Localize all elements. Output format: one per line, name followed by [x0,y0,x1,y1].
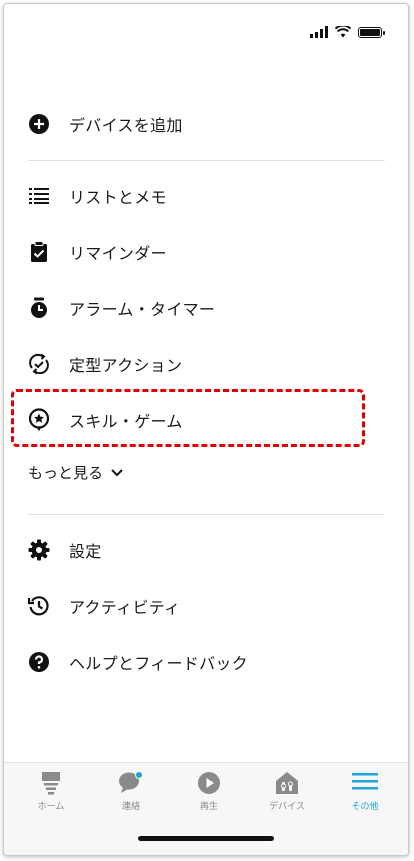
menu-item-reminders[interactable]: リマインダー [4,232,408,272]
see-more-label: もっと見る [28,464,104,482]
menu-item-settings[interactable]: 設定 [4,530,408,570]
menu-item-lists[interactable]: リストとメモ [4,176,408,216]
divider [28,514,385,515]
clipboard-check-icon [28,241,50,263]
tab-label: その他 [351,802,379,812]
tab-communicate[interactable]: 連絡 [96,771,166,812]
menu-item-routines[interactable]: 定型アクション [4,344,408,384]
highlight-box [11,389,365,447]
routine-check-icon [28,353,50,375]
menu-item-label: アクティビティ [69,598,181,617]
menu-item-alarms-timers[interactable]: アラーム・タイマー [4,288,408,328]
status-bar [310,26,385,38]
tab-label: デバイス [269,802,305,812]
tab-label: 連絡 [121,802,140,812]
menu-item-label: デバイスを追加 [69,116,183,135]
tab-devices[interactable]: デバイス [252,771,322,812]
battery-icon [358,26,385,38]
home-icon [42,772,60,795]
play-icon [198,772,220,794]
gear-icon [28,539,50,561]
history-icon [28,595,50,617]
tab-label: 再生 [199,802,218,812]
app-screen: デバイスを追加 リストとメモ リマインダー アラーム・タイマー 定型アクション … [3,3,409,856]
bottom-tab-bar: ホーム 連絡 再生 デバイス その他 [4,762,408,855]
home-indicator [138,836,274,841]
plus-circle-icon [28,113,50,135]
menu-item-help-feedback[interactable]: ヘルプとフィードバック [4,642,408,682]
menu-icon [352,773,378,790]
tab-more[interactable]: その他 [330,771,400,812]
menu-item-label: 定型アクション [69,356,183,375]
chat-bubble-icon [119,771,143,793]
menu-item-label: ヘルプとフィードバック [69,654,248,673]
menu-item-label: リマインダー [69,244,167,263]
list-icon [28,185,50,207]
tab-label: ホーム [37,802,65,812]
devices-icon [276,772,298,794]
wifi-icon [335,26,351,38]
menu-item-add-device[interactable]: デバイスを追加 [4,104,408,144]
alarm-clock-icon [28,297,50,319]
menu-item-activity[interactable]: アクティビティ [4,586,408,626]
tab-play[interactable]: 再生 [174,771,244,812]
help-icon [28,651,50,673]
tab-home[interactable]: ホーム [16,771,86,812]
see-more-button[interactable]: もっと見る [28,462,123,483]
menu-item-label: リストとメモ [69,188,167,207]
chevron-down-icon [111,468,123,476]
cellular-signal-icon [310,26,328,38]
divider [28,160,385,161]
menu-item-label: 設定 [69,542,102,561]
menu-item-label: アラーム・タイマー [69,300,216,319]
